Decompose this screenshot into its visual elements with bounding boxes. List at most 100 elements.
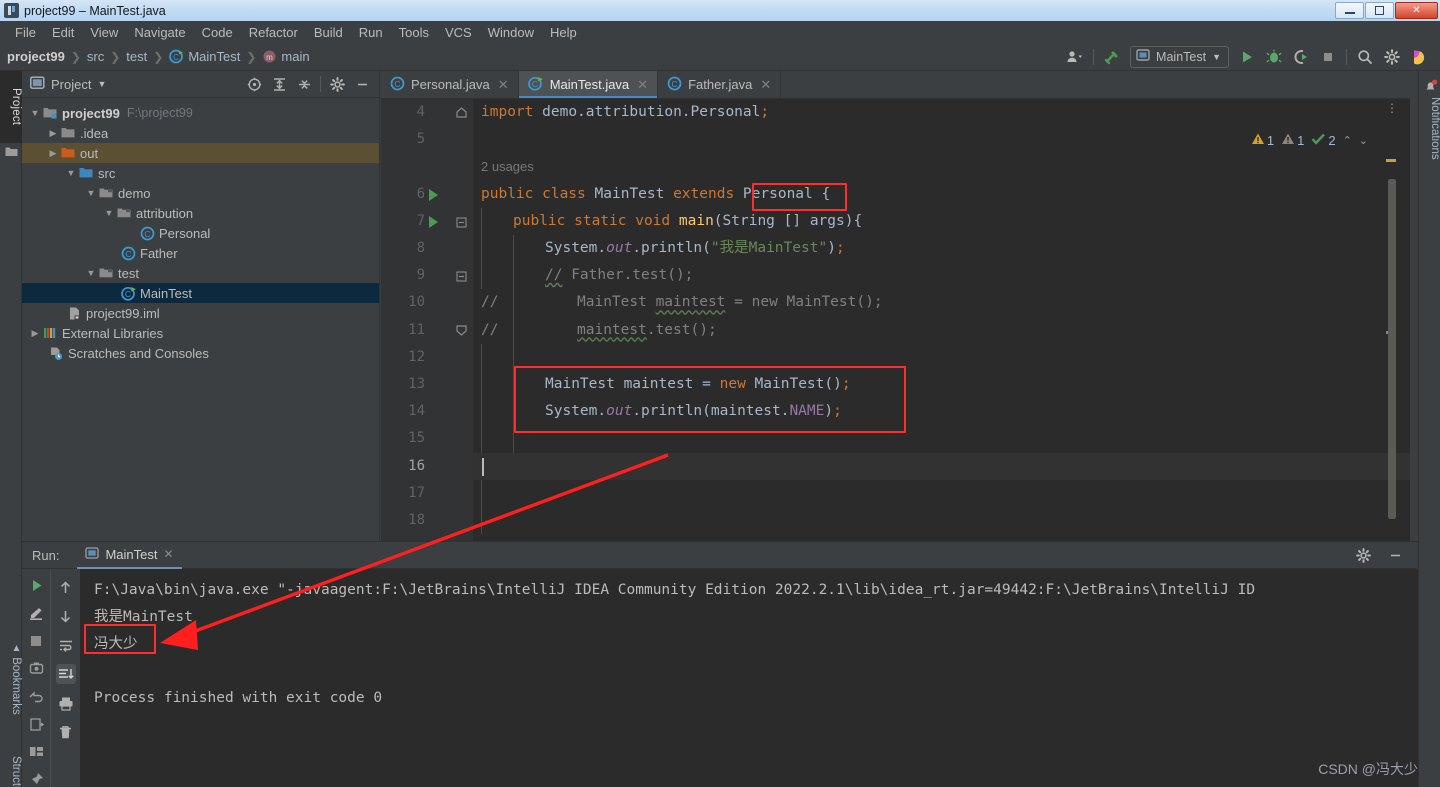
run-configuration-selector[interactable]: MainTest ▼ bbox=[1130, 45, 1229, 68]
inspection-ok[interactable]: 2 bbox=[1311, 132, 1336, 149]
expand-all-icon[interactable] bbox=[270, 75, 288, 93]
tree-node-src[interactable]: ▼ src bbox=[22, 163, 379, 183]
menu-navigate[interactable]: Navigate bbox=[126, 23, 193, 42]
fold-marker-icon[interactable] bbox=[456, 107, 467, 118]
ide-assistant-icon[interactable] bbox=[1410, 48, 1428, 66]
run-icon[interactable] bbox=[1238, 48, 1256, 66]
breadcrumb-test[interactable]: test bbox=[126, 49, 147, 64]
scroll-down-icon[interactable] bbox=[56, 606, 76, 626]
editor-tab-personal[interactable]: C Personal.java ✕ bbox=[381, 71, 519, 98]
menu-tools[interactable]: Tools bbox=[391, 23, 437, 42]
scrollbar-warning-marker[interactable] bbox=[1386, 159, 1396, 162]
chevron-down-icon[interactable]: ▼ bbox=[84, 188, 98, 198]
sidebar-tab-notifications[interactable]: Notifications bbox=[1419, 77, 1440, 160]
stop-icon[interactable] bbox=[1319, 48, 1337, 66]
hide-panel-icon[interactable] bbox=[1386, 546, 1404, 564]
inspection-warning[interactable]: 1 bbox=[1251, 132, 1274, 149]
stop-icon[interactable] bbox=[26, 633, 46, 650]
tree-node-personal[interactable]: C Personal bbox=[22, 223, 379, 243]
minimize-button[interactable] bbox=[1335, 2, 1364, 19]
code-editor[interactable]: 4 import demo.attribution.Personal; 5 2 … bbox=[381, 99, 1410, 541]
export-icon[interactable] bbox=[26, 716, 46, 733]
tree-node-idea[interactable]: ▶ .idea bbox=[22, 123, 379, 143]
run-console-output[interactable]: F:\Java\bin\java.exe "-javaagent:F:\JetB… bbox=[80, 569, 1418, 787]
fold-marker-icon[interactable] bbox=[456, 217, 467, 228]
menu-file[interactable]: File bbox=[7, 23, 44, 42]
search-icon[interactable] bbox=[1356, 48, 1374, 66]
menu-run[interactable]: Run bbox=[351, 23, 391, 42]
restore-layout-icon[interactable] bbox=[26, 688, 46, 705]
tree-node-attribution[interactable]: ▼ attribution bbox=[22, 203, 379, 223]
close-icon[interactable]: ✕ bbox=[164, 547, 174, 561]
tree-node-maintest[interactable]: C MainTest bbox=[22, 283, 379, 303]
print-icon[interactable] bbox=[56, 693, 76, 713]
chevron-up-icon[interactable]: ⌃ bbox=[1343, 134, 1352, 147]
tree-node-project99[interactable]: ▼ project99 F:\project99 bbox=[22, 103, 379, 123]
editor-tab-father[interactable]: C Father.java ✕ bbox=[658, 71, 782, 98]
pin-icon[interactable] bbox=[26, 771, 46, 787]
editor-tab-maintest[interactable]: C MainTest.java ✕ bbox=[518, 71, 659, 98]
chevron-right-icon[interactable]: ▶ bbox=[46, 148, 60, 159]
restore-button[interactable] bbox=[1365, 2, 1394, 19]
settings-gear-icon[interactable] bbox=[1354, 546, 1372, 564]
chevron-down-icon[interactable]: ▼ bbox=[97, 79, 106, 89]
menu-help[interactable]: Help bbox=[542, 23, 585, 42]
chevron-down-icon[interactable]: ⌄ bbox=[1359, 134, 1368, 147]
select-opened-file-icon[interactable] bbox=[245, 75, 263, 93]
menu-view[interactable]: View bbox=[82, 23, 126, 42]
editor-more-options-icon[interactable]: ⋮ bbox=[1386, 102, 1398, 114]
menu-refactor[interactable]: Refactor bbox=[241, 23, 306, 42]
build-hammer-icon[interactable] bbox=[1103, 48, 1121, 66]
rerun-failed-icon[interactable] bbox=[26, 605, 46, 622]
tree-node-iml[interactable]: project99.iml bbox=[22, 303, 379, 323]
menu-edit[interactable]: Edit bbox=[44, 23, 82, 42]
chevron-right-icon[interactable]: ▶ bbox=[28, 328, 42, 339]
chevron-down-icon[interactable]: ▼ bbox=[102, 208, 116, 218]
settings-gear-icon[interactable] bbox=[328, 75, 346, 93]
menu-window[interactable]: Window bbox=[480, 23, 542, 42]
menu-code[interactable]: Code bbox=[194, 23, 241, 42]
close-icon[interactable]: ✕ bbox=[637, 77, 648, 93]
tree-node-scratches[interactable]: Scratches and Consoles bbox=[22, 343, 379, 363]
run-gutter-icon[interactable] bbox=[429, 188, 438, 201]
scrollbar-thumb[interactable] bbox=[1388, 179, 1396, 519]
soft-wrap-icon[interactable] bbox=[56, 635, 76, 655]
menu-build[interactable]: Build bbox=[306, 23, 351, 42]
user-avatar-icon[interactable] bbox=[1066, 48, 1084, 66]
inspection-widget[interactable]: 1 1 2 ⌃ ⌄ bbox=[1251, 132, 1368, 149]
settings-gear-icon[interactable] bbox=[1383, 48, 1401, 66]
inspection-weak-warning[interactable]: 1 bbox=[1281, 132, 1304, 149]
sidebar-tab-project[interactable]: Project bbox=[0, 71, 22, 143]
tree-node-out[interactable]: ▶ out bbox=[22, 143, 379, 163]
sidebar-tab-structure[interactable]: Structure bbox=[0, 739, 22, 787]
sidebar-tab-bookmarks[interactable]: ▲ Bookmarks bbox=[0, 631, 22, 727]
chevron-right-icon[interactable]: ▶ bbox=[46, 128, 60, 139]
usages-hint[interactable]: 2 usages bbox=[481, 153, 534, 180]
breadcrumb-main[interactable]: m main bbox=[262, 49, 310, 64]
close-icon[interactable]: ✕ bbox=[760, 77, 771, 93]
tree-node-demo[interactable]: ▼ demo bbox=[22, 183, 379, 203]
fold-marker-icon[interactable] bbox=[456, 271, 467, 282]
chevron-down-icon[interactable]: ▼ bbox=[84, 268, 98, 278]
tree-node-external-libraries[interactable]: ▶ External Libraries bbox=[22, 323, 379, 343]
scroll-to-end-icon[interactable] bbox=[55, 664, 76, 684]
tree-node-father[interactable]: C Father bbox=[22, 243, 379, 263]
run-coverage-icon[interactable] bbox=[1292, 48, 1310, 66]
collapse-all-icon[interactable] bbox=[295, 75, 313, 93]
chevron-down-icon[interactable]: ▼ bbox=[28, 108, 42, 118]
tree-node-test[interactable]: ▼ test bbox=[22, 263, 379, 283]
editor-scrollbar[interactable] bbox=[1386, 159, 1396, 541]
layout-icon[interactable] bbox=[26, 744, 46, 761]
chevron-down-icon[interactable]: ▼ bbox=[64, 168, 78, 178]
breadcrumb-maintest[interactable]: C MainTest bbox=[169, 49, 240, 64]
fold-marker-icon[interactable] bbox=[456, 324, 467, 336]
debug-icon[interactable] bbox=[1265, 48, 1283, 66]
scroll-up-icon[interactable] bbox=[56, 577, 76, 597]
hide-panel-icon[interactable] bbox=[353, 75, 371, 93]
close-button[interactable]: ✕ bbox=[1395, 2, 1438, 19]
breadcrumb-src[interactable]: src bbox=[87, 49, 104, 64]
menu-vcs[interactable]: VCS bbox=[437, 23, 480, 42]
rerun-icon[interactable] bbox=[26, 577, 46, 594]
run-gutter-icon[interactable] bbox=[429, 215, 438, 228]
close-icon[interactable]: ✕ bbox=[498, 77, 509, 93]
